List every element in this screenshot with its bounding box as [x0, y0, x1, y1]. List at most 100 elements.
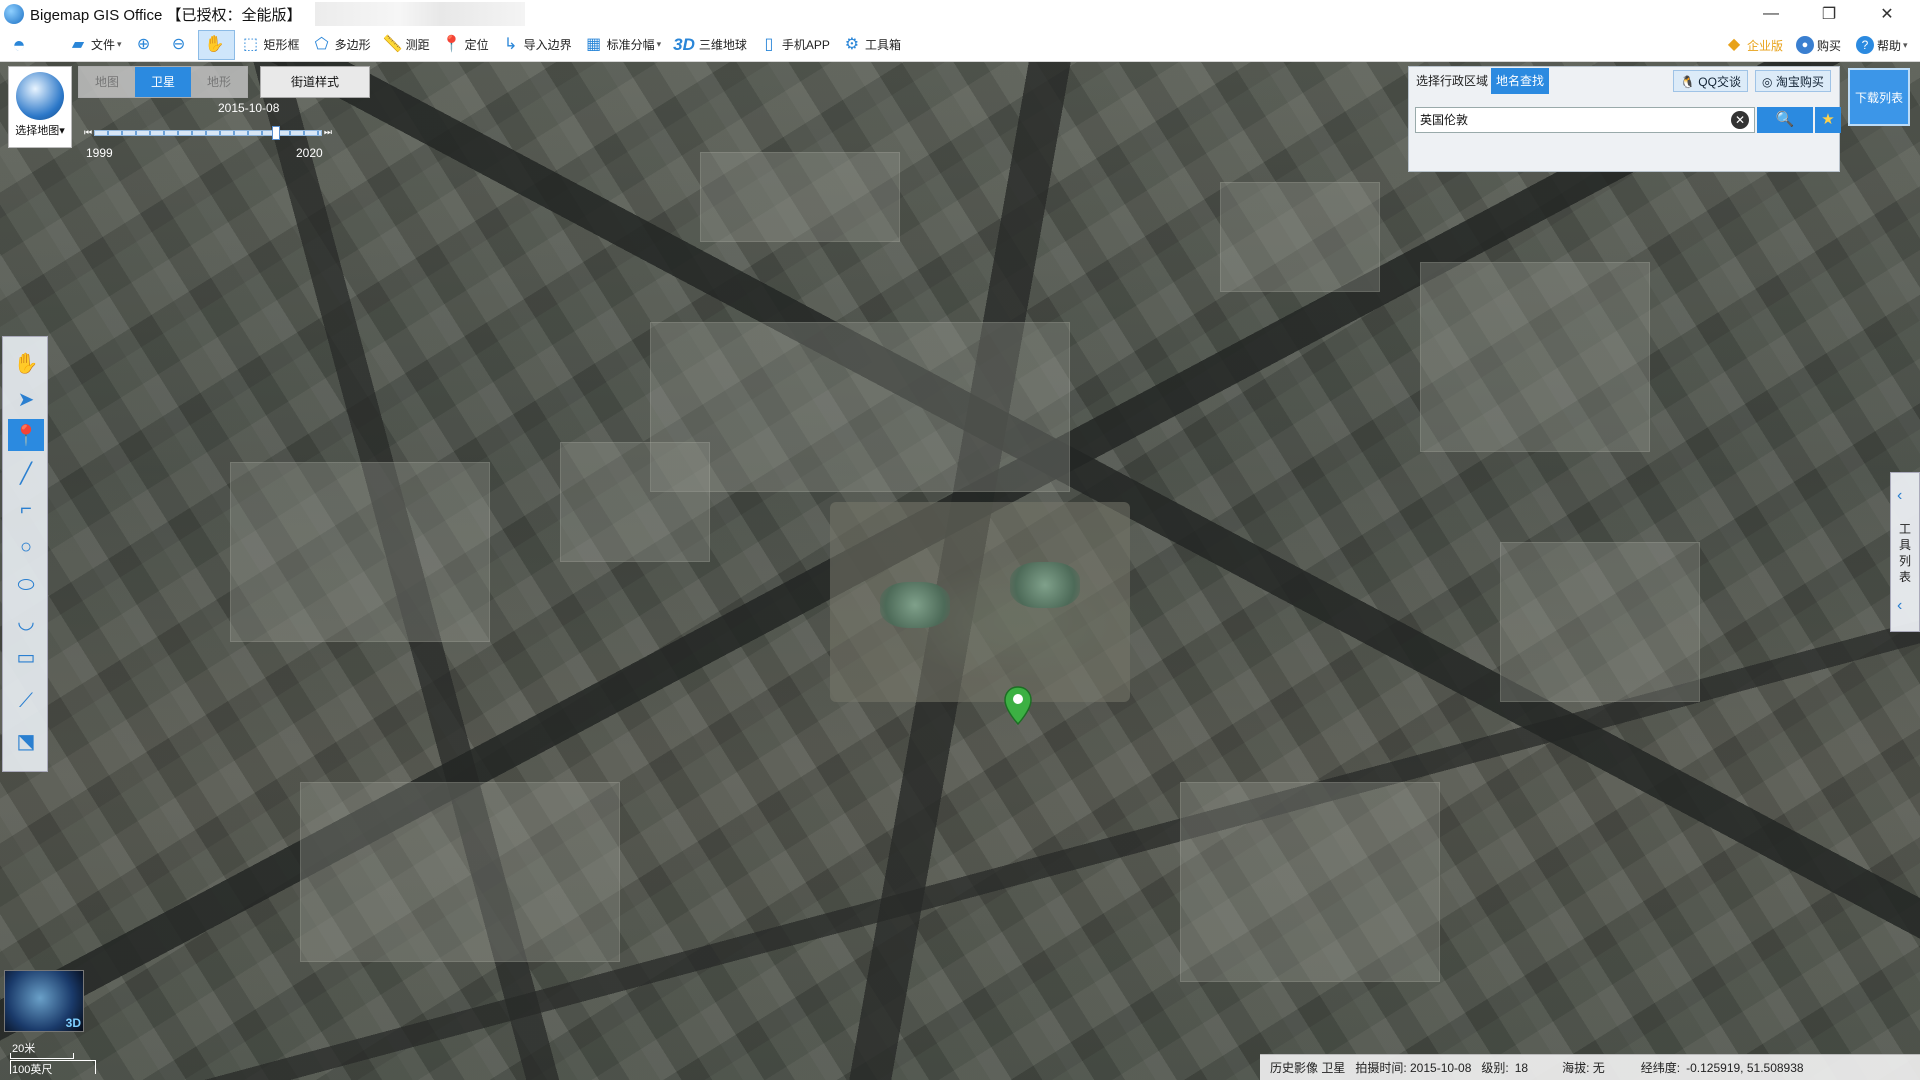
map-marker-pin-icon[interactable] [1004, 686, 1032, 726]
mobile-icon: ▯ [764, 35, 774, 53]
circle-icon[interactable]: ○ [8, 531, 44, 563]
status-level-value: 18 [1514, 1060, 1529, 1075]
chevron-down-icon: ▾ [117, 39, 122, 49]
clear-input-icon[interactable]: ✕ [1731, 111, 1749, 129]
app-logo-icon [4, 4, 24, 24]
scale-metric-line [10, 1053, 74, 1059]
mobile-app-button[interactable]: ▯ 手机APP [753, 30, 836, 60]
polygon-label: 多边形 [334, 38, 371, 52]
search-icon: 🔍 [1775, 111, 1795, 128]
import-boundary-button[interactable]: ↳ 导入边界 [495, 30, 578, 60]
pointer-arrow-icon[interactable]: ➤ [8, 383, 44, 415]
chevron-left-icon[interactable]: ‹ [1897, 487, 1902, 505]
scale-bar: 20米 100英尺 [8, 1040, 98, 1078]
status-level-label: 级别: [1481, 1061, 1509, 1075]
zoom-out-button[interactable]: ⊖ [163, 30, 198, 60]
hand-pan-icon[interactable]: ✋ [8, 347, 44, 379]
timeline-end-year: 2020 [296, 146, 323, 160]
polyline-icon[interactable]: ⌐ [8, 493, 44, 525]
tab-place-search[interactable]: 地名查找 [1491, 68, 1550, 94]
import-boundary-icon: ↳ [503, 35, 518, 53]
folder-icon: ▰ [71, 35, 85, 53]
3d-globe-thumbnail[interactable]: 3D [4, 970, 84, 1032]
polygon-edit-icon[interactable]: ⬔ [8, 725, 44, 757]
building-block [300, 782, 620, 962]
building-block [1180, 782, 1440, 982]
hand-pan-icon: ✋ [204, 35, 225, 53]
tool-list-label: 工具列表 [1899, 522, 1912, 584]
line-icon[interactable]: ╱ [8, 457, 44, 489]
favorite-button[interactable]: ★ [1815, 107, 1841, 133]
close-button[interactable]: ✕ [1864, 0, 1910, 28]
restore-button[interactable]: ❐ [1806, 0, 1852, 28]
toolbox-button[interactable]: ⚙ 工具箱 [836, 30, 907, 60]
map-selector-label: 选择地图 [15, 125, 60, 137]
title-redacted-area [315, 2, 526, 26]
rectangle-select-label: 矩形框 [263, 38, 300, 52]
taobao-buy-label: 淘宝购买 [1775, 75, 1824, 89]
fountain [880, 582, 950, 628]
file-menu[interactable]: ▰ 文件 ▾ [62, 30, 128, 60]
satellite-map[interactable] [0, 62, 1920, 1080]
tab-select-region[interactable]: 选择行政区域 [1411, 68, 1493, 94]
status-coords-value: -0.125919, 51.508938 [1686, 1060, 1804, 1075]
taobao-buy-button[interactable]: ◎ 淘宝购买 [1755, 70, 1831, 92]
window-title: Bigemap GIS Office 【已授权：全能版】 [30, 6, 302, 24]
3d-globe-label: 三维地球 [698, 38, 747, 52]
pan-tool-button[interactable]: ✋ [197, 29, 235, 60]
history-timeline-slider[interactable]: ⏮ ⏭ [84, 126, 332, 140]
building-block [650, 322, 1070, 492]
enterprise-label: 企业版 [1747, 38, 1784, 53]
locate-button[interactable]: 📍 定位 [436, 30, 495, 60]
tab-map[interactable]: 地图 [79, 67, 135, 97]
chevron-down-icon: ▾ [59, 125, 65, 137]
buy-button[interactable]: ● 购买 [1796, 28, 1841, 62]
toolbox-label: 工具箱 [864, 38, 901, 52]
status-coords-label: 经纬度: [1640, 1061, 1681, 1075]
download-list-button[interactable]: 下载列表 [1848, 68, 1910, 126]
standard-grid-button[interactable]: ▦ 标准分幅 ▾ [578, 30, 668, 60]
marker-pin-icon[interactable]: 📍 [8, 419, 44, 451]
enterprise-button[interactable]: ◆ 企业版 [1724, 28, 1783, 62]
polygon-button[interactable]: ⬠ 多边形 [306, 30, 377, 60]
3d-icon: 3D [673, 34, 695, 54]
3d-globe-button[interactable]: 3D 三维地球 [667, 30, 753, 60]
timeline-next-icon[interactable]: ⏭ [324, 127, 332, 138]
timeline-prev-icon[interactable]: ⏮ [84, 127, 92, 138]
status-capture-time: 拍摄时间: 2015-10-08 [1355, 1061, 1472, 1075]
tab-satellite[interactable]: 卫星 [135, 67, 191, 97]
chevron-down-icon: ▾ [656, 39, 662, 49]
chevron-down-icon: ▾ [1903, 39, 1908, 50]
zoom-in-button[interactable]: ⊕ [128, 30, 163, 60]
diamond-icon: ◆ [1727, 36, 1741, 53]
bigemap-logo-icon[interactable]: ◓ [0, 30, 44, 60]
taobao-icon: ◎ [1762, 75, 1773, 89]
place-search-input[interactable]: 英国伦敦 [1415, 107, 1755, 133]
tab-terrain[interactable]: 地形 [191, 67, 247, 97]
timeline-thumb[interactable] [272, 126, 281, 140]
street-style-button[interactable]: 街道样式 [260, 66, 370, 98]
rectangle-select-icon: ⬚ [242, 35, 259, 53]
measure-distance-button[interactable]: 📏 测距 [377, 30, 436, 60]
tool-list-panel-handle[interactable]: ‹ 工具列表 ‹ [1890, 472, 1920, 632]
rectangle-icon[interactable]: ▭ [8, 641, 44, 673]
timeline-start-year: 1999 [86, 146, 113, 160]
chevron-left-icon[interactable]: ‹ [1897, 597, 1902, 615]
standard-grid-label: 标准分幅 [606, 38, 655, 52]
help-button[interactable]: ? 帮助 ▾ [1856, 28, 1908, 62]
zoom-out-icon: ⊖ [171, 35, 186, 53]
main-toolbar: ◓ ▰ 文件 ▾ ⊕ ⊖ ✋ ⬚ 矩形框 ⬠ 多边形 📏 测距 📍 定位 ↳ 导… [0, 28, 1920, 62]
minimize-button[interactable]: — [1748, 0, 1794, 28]
ellipse-icon[interactable]: ⬭ [8, 569, 44, 601]
timeline-track[interactable] [94, 130, 322, 136]
qq-chat-button[interactable]: 🐧 QQ交谈 [1673, 70, 1748, 92]
rectangle-select-button[interactable]: ⬚ 矩形框 [235, 30, 306, 60]
measure-icon[interactable]: ⟋ [8, 685, 44, 717]
search-button[interactable]: 🔍 [1757, 107, 1813, 133]
map-selector[interactable]: 选择地图▾ [8, 66, 72, 148]
curve-icon[interactable]: ◡ [8, 605, 44, 637]
search-panel: 选择行政区域 地名查找 🐧 QQ交谈 ◎ 淘宝购买 英国伦敦 ✕ 🔍 ★ [1408, 66, 1841, 172]
map-type-tabs: 地图 卫星 地形 [78, 66, 248, 98]
locate-label: 定位 [464, 38, 489, 52]
help-icon: ? [1856, 36, 1874, 54]
